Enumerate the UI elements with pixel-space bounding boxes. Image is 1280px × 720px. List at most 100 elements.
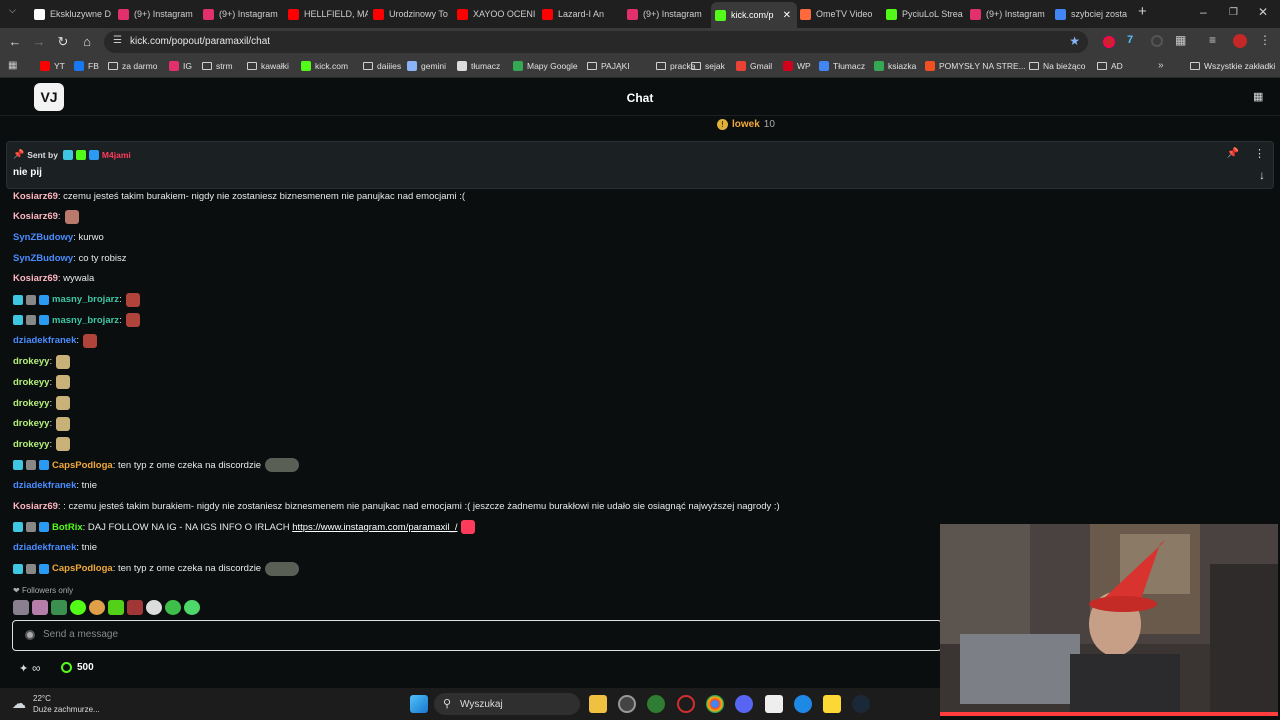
chat-emote[interactable] [83, 333, 98, 348]
chat-link[interactable]: https://www.instagram.com/paramaxil_/ [292, 522, 457, 533]
close-window-icon[interactable]: ✕ [1258, 5, 1268, 19]
bookmark-item[interactable]: daiiies [363, 61, 401, 71]
browser-tab[interactable]: OmeTV Video [796, 3, 880, 25]
app-icon[interactable] [618, 695, 636, 713]
new-tab-button[interactable]: + [1138, 3, 1147, 20]
opera-icon[interactable] [677, 695, 695, 713]
steam-icon[interactable] [852, 695, 870, 713]
emote-7[interactable] [127, 600, 143, 615]
tab-search-chevron-icon[interactable]: ⌵ [9, 5, 16, 16]
chat-emote[interactable] [56, 437, 71, 452]
bookmark-item[interactable]: strm [202, 61, 233, 71]
more-bookmarks-icon[interactable]: » [1158, 60, 1164, 71]
bookmark-star-icon[interactable]: ★ [1069, 34, 1080, 48]
site-info-icon[interactable]: ☰ [113, 35, 122, 46]
chat-username[interactable]: masny_brojarz [52, 315, 119, 326]
browser-tab[interactable]: (9+) Instagram [966, 3, 1050, 25]
back-icon[interactable]: ← [7, 34, 23, 49]
bookmark-item[interactable]: YT [40, 61, 65, 71]
weather-cloud-icon[interactable]: ☁ [12, 695, 26, 712]
browser-tab[interactable]: Urodzinowy To [369, 3, 453, 25]
bookmark-item[interactable]: kawałki [247, 61, 289, 71]
chat-emote[interactable] [56, 396, 71, 410]
browser-tab[interactable]: XAYOO OCENI [453, 3, 537, 25]
emote-picker-icon[interactable] [25, 630, 35, 640]
reload-icon[interactable]: ↻ [55, 34, 71, 50]
browser-tab[interactable]: Lazard-I An [538, 3, 622, 25]
taskbar-search[interactable]: ⚲ Wyszukaj [434, 693, 580, 715]
chat-username[interactable]: Kosiarz69 [13, 501, 58, 512]
collapse-pinned-icon[interactable]: ↓ [1259, 168, 1265, 182]
unpin-icon[interactable]: 📌 [1227, 148, 1239, 159]
browser-menu-icon[interactable]: ⋮ [1259, 33, 1271, 47]
browser-tab[interactable]: (9+) Instagram [199, 3, 283, 25]
chat-username[interactable]: drokeyy [13, 398, 49, 409]
pinned-username[interactable]: M4jami [102, 150, 131, 160]
bookmark-item[interactable]: POMYSŁY NA STRE... [925, 61, 1026, 71]
all-bookmarks-folder[interactable]: Wszystkie zakładki [1190, 61, 1275, 71]
chat-username[interactable]: CapsPodloga [52, 460, 113, 471]
sticky-notes-icon[interactable] [823, 695, 841, 713]
chat-username[interactable]: drokeyy [13, 356, 49, 367]
bookmark-item[interactable]: za darmo [108, 61, 157, 71]
weather-temp[interactable]: 22°C [33, 694, 51, 703]
chrome-icon[interactable] [706, 695, 724, 713]
extension-disabled-icon[interactable] [1151, 35, 1163, 47]
store-icon[interactable] [765, 695, 783, 713]
chat-emote[interactable] [125, 313, 140, 328]
record-extension-icon[interactable] [1103, 36, 1115, 48]
chat-username[interactable]: BotRix [52, 522, 83, 533]
bookmark-item[interactable]: gemini [407, 61, 446, 71]
chat-username[interactable]: Kosiarz69 [13, 273, 58, 284]
forward-icon[interactable]: → [31, 34, 47, 49]
chat-emote[interactable] [125, 292, 140, 307]
gift-entry[interactable]: ! lowek 10 [717, 119, 775, 130]
chat-username[interactable]: SynZBudowy [13, 253, 73, 264]
start-windows-icon[interactable] [410, 695, 428, 713]
bookmark-item[interactable]: pracka [656, 61, 696, 71]
chat-emote[interactable] [265, 561, 300, 576]
weather-desc[interactable]: Duże zachmurze... [33, 705, 100, 714]
bookmark-item[interactable]: ksiazka [874, 61, 916, 71]
chat-emote[interactable] [56, 416, 71, 431]
home-icon[interactable]: ⌂ [79, 34, 95, 49]
bookmark-item[interactable]: Gmail [736, 61, 772, 71]
bookmark-item[interactable]: PAJĄKI [587, 61, 630, 71]
channel-points-icon[interactable] [61, 662, 72, 673]
browser-tab[interactable]: kick.com/p ✕ [711, 2, 797, 28]
emote-1[interactable] [13, 600, 29, 615]
chat-emote[interactable] [265, 458, 300, 473]
bookmark-item[interactable]: tłumacz [457, 61, 500, 71]
chat-username[interactable]: drokeyy [13, 377, 49, 388]
browser-tab[interactable]: (9+) Instagram [114, 3, 198, 25]
app-blue-icon[interactable] [794, 695, 812, 713]
emote-8[interactable] [146, 600, 162, 615]
chat-settings-icon[interactable]: ▦ [1253, 90, 1263, 103]
chat-username[interactable]: CapsPodloga [52, 563, 113, 574]
chat-emote[interactable] [56, 354, 71, 369]
browser-tab[interactable]: szybciej zosta [1051, 3, 1135, 25]
emote-2[interactable] [32, 600, 48, 615]
chat-username[interactable]: dziadekfranek [13, 542, 76, 553]
pinned-options-icon[interactable]: ⋮ [1254, 147, 1265, 160]
chat-username[interactable]: Kosiarz69 [13, 191, 58, 202]
media-control-icon[interactable]: ≡ [1209, 33, 1216, 47]
browser-tab[interactable]: HELLFIELD, MA [284, 3, 368, 25]
minimize-icon[interactable]: – [1200, 5, 1207, 19]
chat-username[interactable]: masny_brojarz [52, 294, 119, 305]
shield-icon[interactable] [647, 695, 665, 713]
bookmark-item[interactable]: Na bieżąco [1029, 61, 1086, 71]
bookmark-item[interactable]: WP [783, 61, 811, 71]
bookmark-item[interactable]: Mapy Google [513, 61, 578, 71]
discord-icon[interactable] [735, 695, 753, 713]
apps-grid-icon[interactable]: ▦ [8, 60, 17, 71]
chat-username[interactable]: dziadekfranek [13, 480, 76, 491]
restore-icon[interactable]: ❐ [1229, 7, 1238, 18]
file-explorer-icon[interactable] [589, 695, 607, 713]
chat-username[interactable]: drokeyy [13, 439, 49, 450]
bookmark-item[interactable]: Tłumacz [819, 61, 865, 71]
chat-username[interactable]: dziadekfranek [13, 335, 76, 346]
bookmark-item[interactable]: FB [74, 61, 99, 71]
profile-avatar[interactable] [1233, 34, 1247, 48]
emote-3[interactable] [51, 600, 67, 615]
